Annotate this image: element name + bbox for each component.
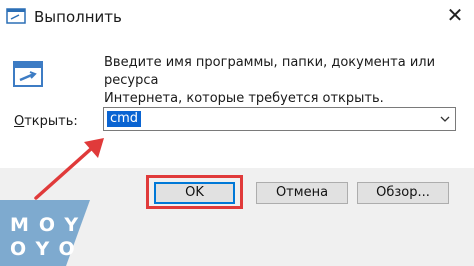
close-button[interactable]: ✕ (436, 0, 474, 30)
open-label: Открыть: (14, 113, 78, 131)
description-line-2: Интернета, которые требуется открыть. (104, 91, 384, 106)
cancel-button[interactable]: Отмена (256, 182, 348, 204)
close-icon: ✕ (446, 3, 464, 27)
watermark-row-2: OYO (10, 238, 85, 260)
window-title: Выполнить (34, 8, 122, 26)
open-combobox[interactable]: cmd (103, 107, 456, 131)
watermark-row-1: MOY (10, 214, 89, 236)
dialog-description: Введите имя программы, папки, документа … (104, 54, 466, 108)
open-label-rest: ткрыть: (24, 114, 78, 129)
open-label-accelerator: О (14, 114, 25, 129)
description-line-1: Введите имя программы, папки, документа … (104, 55, 436, 88)
open-input-value[interactable]: cmd (107, 111, 142, 127)
title-bar: Выполнить ✕ (0, 0, 474, 34)
run-window-icon (6, 8, 26, 24)
browse-button[interactable]: Обзор... (357, 182, 449, 204)
ok-highlight-frame (146, 175, 243, 209)
watermark-logo: MOY OYO (10, 214, 89, 264)
run-dialog: Выполнить ✕ Введите имя программы, папки… (0, 0, 474, 266)
chevron-down-icon[interactable] (439, 112, 451, 126)
run-dialog-app-icon (13, 61, 43, 87)
